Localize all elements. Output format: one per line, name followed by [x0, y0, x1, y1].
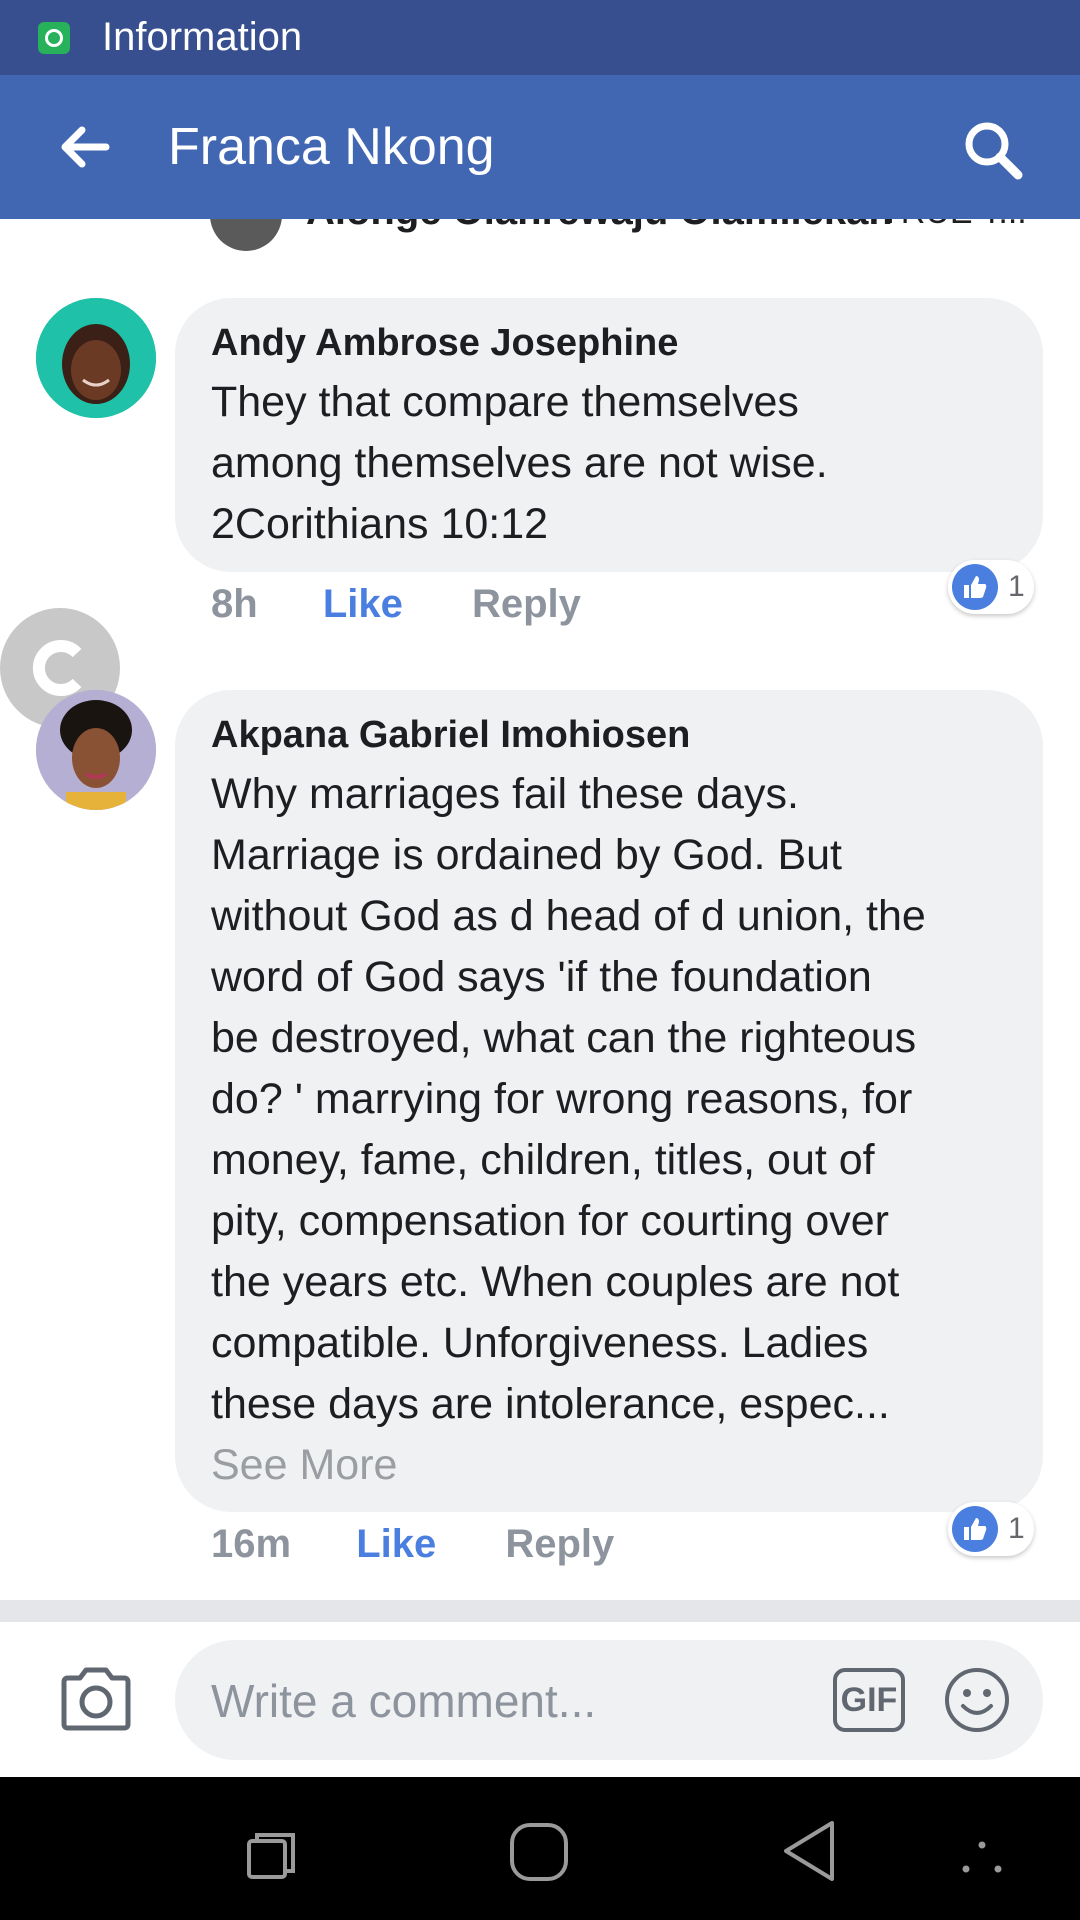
comment-actions: 8h Like Reply	[211, 582, 581, 627]
status-bar: Information	[0, 0, 1080, 75]
reaction-count: 1	[1008, 1512, 1025, 1545]
reply-button[interactable]: Reply	[472, 582, 581, 626]
smiley-icon[interactable]	[943, 1666, 1011, 1734]
avatar[interactable]	[36, 690, 156, 810]
thumbs-up-icon	[952, 1506, 998, 1552]
like-button[interactable]: Like	[356, 1522, 436, 1566]
gif-button[interactable]: GIF	[833, 1668, 905, 1732]
like-button[interactable]: Like	[323, 582, 403, 626]
app-shield-icon	[38, 21, 70, 54]
comment-author[interactable]: Andy Ambrose Josephine	[211, 322, 678, 365]
thumbs-up-icon	[952, 564, 998, 610]
status-bar-title: Information	[102, 15, 303, 59]
reaction-count-badge[interactable]: 1	[948, 560, 1034, 614]
comment-tag: TRUE T...	[880, 219, 1027, 232]
recent-apps-icon[interactable]	[245, 1829, 297, 1881]
divider	[0, 1600, 1080, 1622]
page-title: Franca Nkong	[168, 118, 495, 176]
reaction-count-badge[interactable]: 1	[948, 1502, 1034, 1556]
comment-author[interactable]: Akpana Gabriel Imohiosen	[211, 714, 690, 757]
comment-input-placeholder: Write a comment...	[211, 1675, 597, 1727]
comment-input[interactable]: Write a comment... GIF	[175, 1640, 1043, 1760]
home-icon[interactable]	[508, 1821, 570, 1883]
search-icon[interactable]	[962, 119, 1024, 181]
more-dots-icon[interactable]	[960, 1837, 1004, 1877]
comment-text: They that compare themselves among thems…	[211, 378, 828, 548]
comment-author[interactable]: Alonge Olanrewaju Olamilekan	[306, 219, 893, 234]
comment-text: Why marriages fail these days. Marriage …	[211, 770, 926, 1428]
comment-composer: Write a comment... GIF	[0, 1622, 1080, 1777]
comment-actions: 16m Like Reply	[211, 1522, 614, 1567]
app-header: Franca Nkong	[0, 75, 1080, 219]
reply-button[interactable]: Reply	[505, 1522, 614, 1566]
see-more-link[interactable]: See More	[211, 1441, 397, 1490]
comment-time: 16m	[211, 1522, 292, 1566]
previous-comment-peek: Alonge Olanrewaju Olamilekan TRUE T...	[0, 219, 1080, 251]
comment-time: 8h	[211, 582, 258, 626]
back-triangle-icon[interactable]	[780, 1819, 838, 1883]
system-navigation-bar	[0, 1777, 1080, 1920]
avatar[interactable]	[36, 298, 156, 418]
avatar[interactable]	[210, 219, 282, 251]
camera-icon[interactable]	[58, 1664, 134, 1734]
reaction-count: 1	[1008, 570, 1025, 603]
arrow-left-icon[interactable]	[58, 121, 110, 173]
